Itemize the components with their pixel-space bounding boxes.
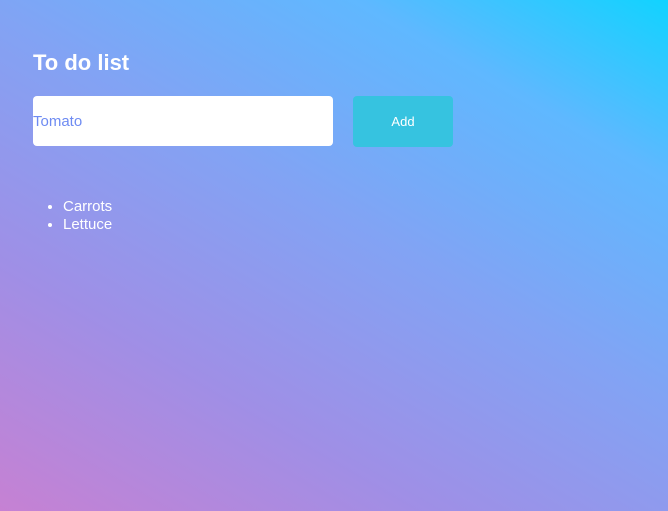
todo-list: Carrots Lettuce — [33, 198, 633, 234]
todo-app: To do list Add Carrots Lettuce — [33, 48, 633, 234]
list-item: Carrots — [63, 198, 633, 216]
list-item: Lettuce — [63, 216, 633, 234]
add-button[interactable]: Add — [353, 96, 453, 147]
add-todo-form: Add — [33, 96, 633, 147]
todo-input[interactable] — [33, 96, 333, 146]
page-title: To do list — [33, 50, 130, 75]
